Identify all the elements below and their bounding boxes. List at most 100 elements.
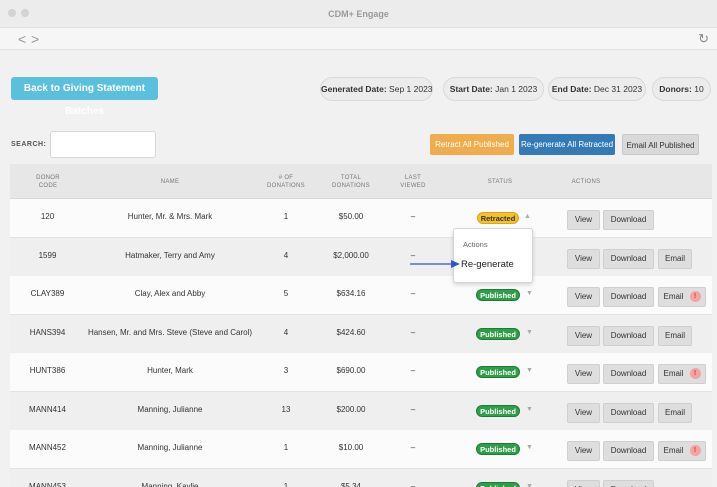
total-donations-cell: $10.00 [338, 443, 364, 452]
download-button[interactable]: Download [603, 248, 654, 269]
start-date-value: Jan 1 2023 [495, 84, 538, 94]
download-button[interactable]: Download [603, 287, 654, 307]
view-button[interactable]: View [567, 210, 600, 230]
total-donations-cell: $424.60 [336, 327, 366, 337]
forward-arrow-icon[interactable]: > [31, 31, 39, 47]
donor-name-cell: Manning, Julianne [137, 443, 203, 452]
donation-count-cell: 5 [283, 289, 289, 298]
table-row: MANN452 Manning, Julianne 1 $10.00– Publishe… [10, 430, 712, 469]
total-donations-cell: $5.34 [340, 481, 362, 487]
chevron-down-icon[interactable]: ▼ [526, 406, 533, 413]
generated-date-pill: Generated Date: Sep 1 2023 [320, 77, 433, 101]
status-badge[interactable]: Retracted [477, 212, 519, 224]
view-button[interactable]: View [567, 364, 600, 384]
download-button[interactable]: Download [603, 325, 654, 346]
email-button[interactable]: Email [658, 248, 692, 269]
view-button[interactable]: View [567, 248, 600, 269]
table-row: HANS394 Hansen, Mr. and Mrs. Steve (Steve… [10, 314, 712, 354]
donation-count-cell: 3 [283, 366, 289, 375]
pointer-arrow-icon [410, 260, 460, 268]
donation-count-cell: 1 [283, 481, 289, 487]
start-date-pill: Start Date: Jan 1 2023 [443, 77, 544, 101]
view-button[interactable]: View [567, 287, 600, 307]
donor-name-cell: Manning, Kaylie [141, 481, 199, 487]
warning-icon: ! [689, 445, 701, 457]
view-button[interactable]: View [567, 325, 600, 346]
view-button[interactable]: View [567, 479, 600, 487]
donation-count-cell: 13 [281, 404, 291, 414]
chevron-down-icon[interactable]: ▼ [526, 444, 533, 451]
last-viewed-cell: – [410, 366, 416, 375]
table-row: CLAY389 Clay, Alex and Abby 5 $634.16– Publi… [10, 276, 712, 315]
total-donations-cell: $2,000.00 [333, 250, 369, 260]
email-button[interactable]: Email [658, 325, 692, 346]
email-button[interactable]: Email! [658, 364, 706, 384]
email-button[interactable]: Email! [658, 287, 706, 307]
email-button[interactable]: Email! [658, 441, 706, 461]
donor-name-cell: Manning, Julianne [137, 404, 203, 414]
donation-count-cell: 1 [283, 212, 289, 221]
email-all-published-button[interactable]: Email All Published [622, 134, 699, 155]
download-button[interactable]: Download [603, 402, 654, 423]
regenerate-menu-item[interactable]: Re-generate [461, 259, 514, 270]
status-badge[interactable]: Published [476, 289, 520, 301]
retract-all-published-button[interactable]: Retract All Published [430, 134, 514, 155]
search-input[interactable] [50, 131, 156, 158]
email-button-label: Email [663, 369, 684, 378]
chevron-down-icon[interactable]: ▼ [526, 290, 533, 297]
regenerate-all-retracted-button[interactable]: Re-generate All Retracted [519, 134, 615, 155]
col-name: NAME [160, 179, 180, 185]
col-last-viewed: LAST VIEWED [400, 175, 426, 189]
total-donations-cell: $50.00 [338, 212, 364, 221]
status-badge[interactable]: Published [476, 327, 520, 340]
col-donor-code: DONOR CODE [36, 175, 60, 189]
chevron-down-icon[interactable]: ▼ [526, 483, 533, 487]
refresh-icon[interactable]: ↻ [698, 31, 709, 47]
generated-date-value: Sep 1 2023 [389, 84, 433, 94]
warning-icon: ! [689, 368, 701, 380]
download-button[interactable]: Download [603, 210, 654, 230]
last-viewed-cell: – [410, 289, 416, 298]
donation-count-cell: 4 [283, 250, 289, 260]
back-arrow-icon[interactable]: < [18, 31, 26, 47]
email-button[interactable]: Email [658, 402, 692, 423]
donors-label: Donors: [659, 84, 692, 94]
download-button[interactable]: Download [603, 364, 654, 384]
donor-name-cell: Hatmaker, Terry and Amy [125, 250, 215, 260]
chevron-down-icon[interactable]: ▼ [526, 329, 533, 336]
donation-count-cell: 1 [283, 443, 289, 452]
status-badge[interactable]: Published [476, 481, 520, 487]
donor-name-cell: Clay, Alex and Abby [134, 289, 206, 298]
download-button[interactable]: Download [603, 441, 654, 461]
chevron-up-icon[interactable]: ▲ [524, 213, 531, 220]
table-row: MANN453Manning, Kaylie1$5.34–Published▼V… [10, 468, 712, 487]
status-actions-menu: Actions Re-generate [453, 228, 533, 283]
donor-table: DONOR CODE NAME # OF DONATIONS TOTAL DON… [10, 164, 712, 487]
status-badge[interactable]: Published [476, 404, 520, 417]
end-date-label: End Date: [551, 84, 592, 94]
donors-pill: Donors: 10 [652, 77, 711, 101]
download-button[interactable]: Download [603, 479, 654, 487]
chevron-down-icon[interactable]: ▼ [526, 367, 533, 374]
status-badge[interactable]: Published [476, 366, 520, 378]
end-date-value: Dec 31 2023 [593, 84, 643, 94]
view-button[interactable]: View [567, 441, 600, 461]
status-badge[interactable]: Published [476, 443, 520, 455]
email-button-label: Email [664, 330, 685, 340]
last-viewed-cell: – [410, 404, 416, 414]
title-bar: CDM+ Engage [0, 0, 717, 28]
col-total-donations: TOTAL DONATIONS [332, 175, 370, 189]
donor-name-cell: Hansen, Mr. and Mrs. Steve (Steve and Ca… [87, 327, 253, 337]
back-to-batches-button[interactable]: Back to Giving Statement Batches [11, 77, 158, 117]
total-donations-cell: $690.00 [336, 366, 366, 375]
table-row: 1599 Hatmaker, Terry and Amy 4 $2,000.00– Vi… [10, 237, 712, 277]
col-status: STATUS [487, 179, 513, 185]
last-viewed-cell: – [410, 443, 416, 452]
col-num-donations: # OF DONATIONS [267, 175, 305, 189]
col-actions: ACTIONS [571, 179, 601, 185]
table-row: 120 Hunter, Mr. & Mrs. Mark 1 $50.00– Retrac… [10, 199, 712, 238]
total-donations-cell: $200.00 [336, 404, 366, 414]
view-button[interactable]: View [567, 402, 600, 423]
last-viewed-cell: – [410, 327, 416, 337]
email-button-label: Email [663, 446, 684, 455]
